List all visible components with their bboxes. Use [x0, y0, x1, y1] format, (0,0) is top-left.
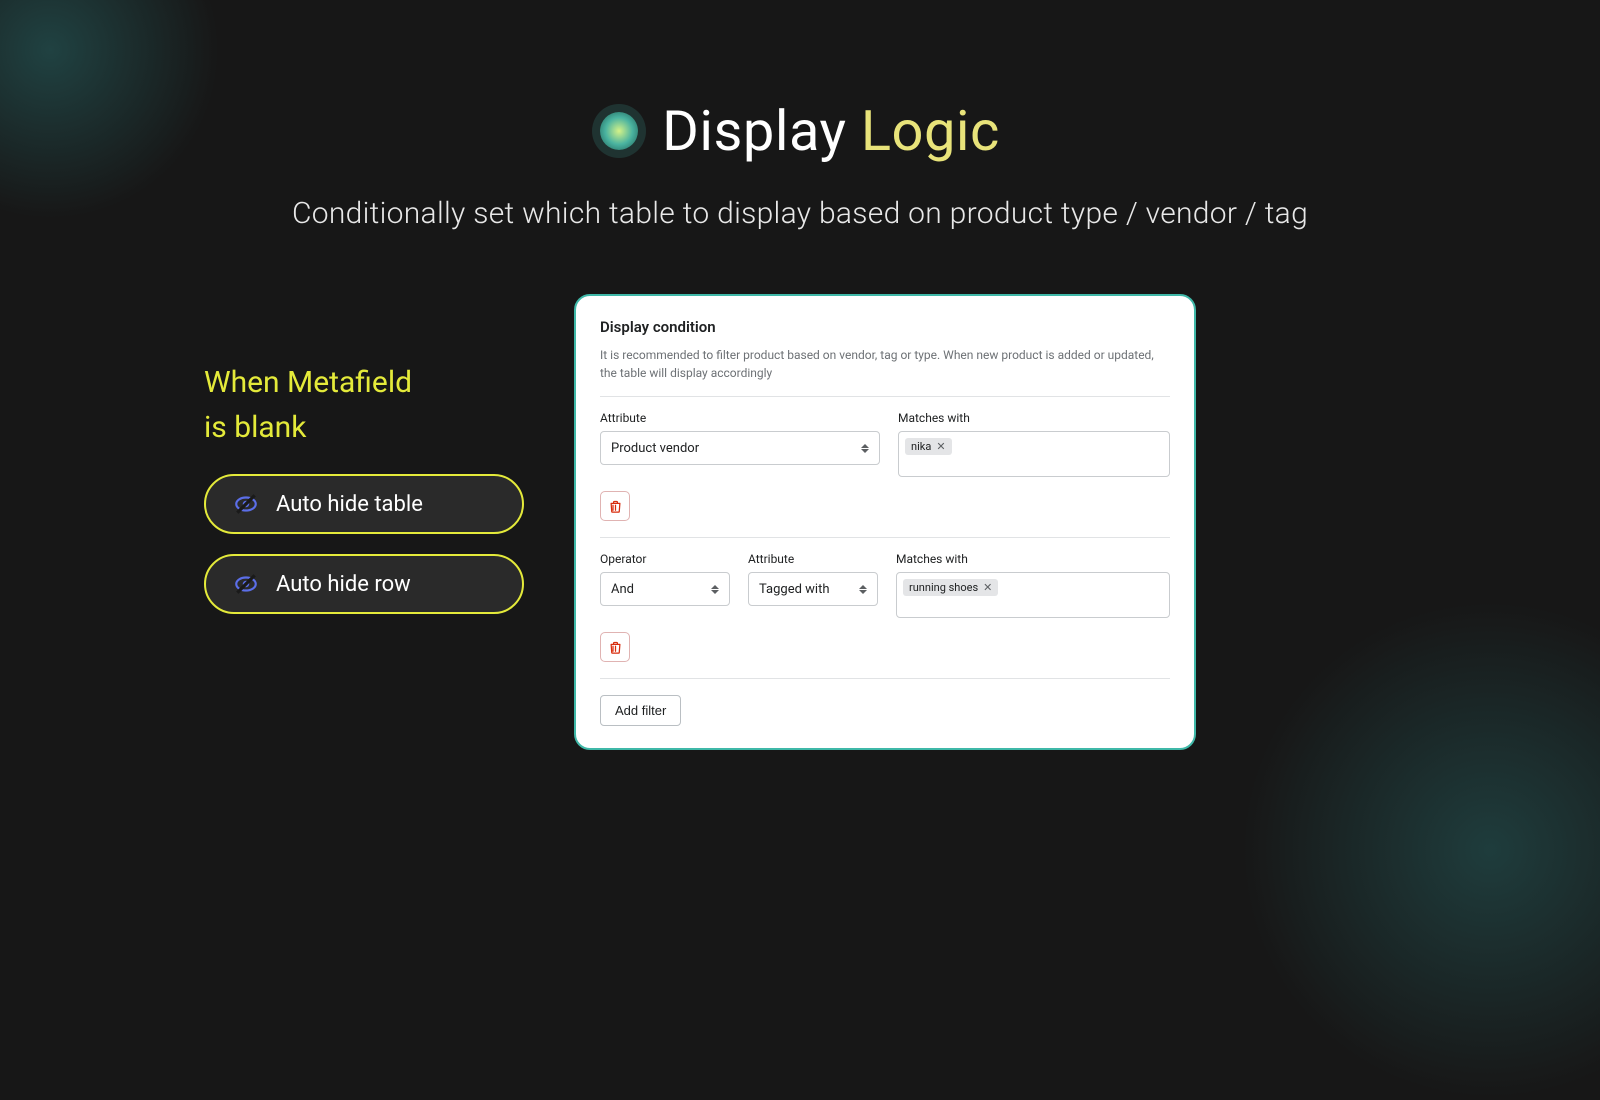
attribute-select[interactable]: Product vendor — [600, 431, 880, 465]
delete-row-2 — [600, 618, 1170, 679]
chevron-updown-icon — [859, 582, 869, 596]
title-accent: Logic — [861, 98, 1000, 164]
eye-slash-icon — [232, 570, 260, 598]
operator-field: Operator And — [600, 552, 730, 618]
title-dot-icon — [600, 112, 638, 150]
left-heading-line2: is blank — [204, 405, 544, 450]
display-condition-card: Display condition It is recommended to f… — [574, 294, 1196, 750]
auto-hide-row-button[interactable]: Auto hide row — [204, 554, 524, 614]
filter-row-2: Operator And Attribute Tagged with Match… — [600, 538, 1170, 618]
matches-input-2[interactable]: running shoes ✕ — [896, 572, 1170, 618]
left-heading-line1: When Metafield — [204, 360, 544, 405]
operator-select[interactable]: And — [600, 572, 730, 606]
delete-row-1 — [600, 477, 1170, 538]
attribute-field-2: Attribute Tagged with — [748, 552, 878, 618]
remove-tag-icon[interactable]: ✕ — [936, 440, 945, 453]
card-title: Display condition — [600, 318, 1170, 336]
tag-text: nika — [911, 440, 931, 453]
tag-text: running shoes — [909, 581, 978, 594]
page-title: Display Logic — [662, 98, 1000, 164]
matches-label-2: Matches with — [896, 552, 1170, 566]
page-subtitle: Conditionally set which table to display… — [0, 192, 1600, 236]
delete-filter-button[interactable] — [600, 632, 630, 662]
matches-field: Matches with nika ✕ — [898, 411, 1170, 477]
matches-field-2: Matches with running shoes ✕ — [896, 552, 1170, 618]
add-filter-button[interactable]: Add filter — [600, 695, 681, 726]
delete-filter-button[interactable] — [600, 491, 630, 521]
filter-row-1: Attribute Product vendor Matches with ni… — [600, 396, 1170, 477]
attribute-field: Attribute Product vendor — [600, 411, 880, 477]
matches-input[interactable]: nika ✕ — [898, 431, 1170, 477]
left-heading: When Metafield is blank — [204, 360, 544, 450]
operator-value: And — [611, 582, 634, 597]
chevron-updown-icon — [711, 582, 721, 596]
attribute-label: Attribute — [600, 411, 880, 425]
add-filter-row: Add filter — [600, 679, 1170, 726]
matches-label: Matches with — [898, 411, 1170, 425]
eye-slash-icon — [232, 490, 260, 518]
attribute-label-2: Attribute — [748, 552, 878, 566]
title-row: Display Logic — [0, 98, 1600, 164]
auto-hide-table-button[interactable]: Auto hide table — [204, 474, 524, 534]
attribute-value: Product vendor — [611, 441, 699, 456]
attribute-value-2: Tagged with — [759, 582, 830, 597]
title-main: Display — [662, 98, 846, 164]
tag-chip: running shoes ✕ — [903, 579, 998, 596]
trash-icon — [608, 640, 623, 655]
auto-hide-table-label: Auto hide table — [276, 492, 423, 517]
attribute-select-2[interactable]: Tagged with — [748, 572, 878, 606]
card-description: It is recommended to filter product base… — [600, 346, 1170, 382]
chevron-updown-icon — [861, 441, 871, 455]
operator-label: Operator — [600, 552, 730, 566]
auto-hide-row-label: Auto hide row — [276, 572, 411, 597]
header: Display Logic Conditionally set which ta… — [0, 0, 1600, 236]
remove-tag-icon[interactable]: ✕ — [983, 581, 992, 594]
left-panel: When Metafield is blank Auto hide table … — [204, 360, 544, 634]
trash-icon — [608, 499, 623, 514]
tag-chip: nika ✕ — [905, 438, 952, 455]
background-glow-bottom-right — [1240, 600, 1600, 1100]
